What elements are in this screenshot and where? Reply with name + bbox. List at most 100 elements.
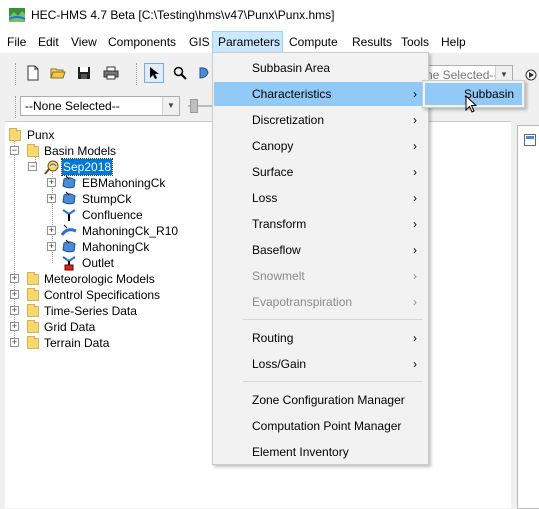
menu-file[interactable]: File: [3, 31, 30, 53]
parameters-dropdown-menu: Subbasin Area Characteristics › Discreti…: [212, 52, 429, 465]
menu-separator: [243, 319, 423, 320]
expand-icon[interactable]: +: [47, 178, 56, 187]
menu-results[interactable]: Results: [348, 31, 396, 53]
menu-item-canopy[interactable]: Canopy ›: [214, 134, 427, 158]
submenu-arrow-icon: ›: [413, 295, 417, 309]
save-disk-icon[interactable]: [74, 63, 94, 83]
menu-item-label: Computation Point Manager: [252, 419, 402, 433]
menu-item-label: Canopy: [252, 139, 294, 153]
toolbar-grip[interactable]: [15, 63, 19, 85]
open-folder-icon[interactable]: [48, 63, 68, 83]
menu-item-label: Routing: [252, 331, 294, 345]
menu-item-loss-gain[interactable]: Loss/Gain ›: [214, 352, 427, 376]
tree-label-basin-models: Basin Models: [44, 144, 117, 158]
menu-edit[interactable]: Edit: [34, 31, 63, 53]
submenu-arrow-icon: ›: [413, 331, 417, 345]
menu-item-surface[interactable]: Surface ›: [214, 160, 427, 184]
menu-item-label: Transform: [252, 217, 307, 231]
submenu-arrow-icon: ›: [413, 269, 417, 283]
menu-item-label: Evapotranspiration: [252, 295, 353, 309]
expand-icon[interactable]: +: [47, 226, 56, 235]
menu-gis[interactable]: GIS: [185, 31, 214, 53]
menu-item-label: Surface: [252, 165, 294, 179]
zoom-icon[interactable]: [170, 63, 190, 83]
subbasin-icon: [62, 175, 76, 189]
print-icon[interactable]: [101, 63, 121, 83]
desktop-pane[interactable]: [517, 125, 539, 509]
menu-item-label: Zone Configuration Manager: [252, 393, 405, 407]
zoom-slider[interactable]: [188, 99, 212, 113]
menu-item-evapotranspiration: Evapotranspiration ›: [214, 290, 427, 314]
sink-icon: [62, 256, 76, 271]
menu-item-label: Baseflow: [252, 243, 301, 257]
menu-view[interactable]: View: [67, 31, 101, 53]
toolbar-grip-3[interactable]: [15, 96, 19, 118]
subbasin-icon: [62, 239, 76, 253]
tree-label-element: StumpCk: [82, 192, 132, 206]
menu-item-baseflow[interactable]: Baseflow ›: [214, 238, 427, 262]
menu-item-subbasin-area[interactable]: Subbasin Area: [214, 56, 427, 80]
menu-item-label: Loss: [252, 191, 278, 205]
hec-hms-app-icon: [9, 8, 25, 22]
menu-bar: File Edit View Components GIS Parameters…: [0, 31, 539, 53]
expand-icon[interactable]: +: [10, 290, 19, 299]
expand-icon[interactable]: +: [10, 338, 19, 347]
menu-item-label: Element Inventory: [252, 445, 349, 459]
submenu-arrow-icon: ›: [413, 191, 417, 205]
menu-item-label: Characteristics: [252, 87, 332, 101]
menu-tools[interactable]: Tools: [397, 31, 433, 53]
tree-label-element: Confluence: [82, 208, 143, 222]
reach-icon: [61, 224, 77, 236]
arrow-tool-icon[interactable]: [144, 63, 164, 83]
tree-label-folder: Grid Data: [44, 320, 96, 334]
internal-frame-icon: [524, 134, 536, 146]
basin-selector-combo[interactable]: --None Selected-- ▼: [20, 96, 180, 116]
menu-compute[interactable]: Compute: [285, 31, 342, 53]
expand-icon[interactable]: +: [10, 274, 19, 283]
menu-item-routing[interactable]: Routing ›: [214, 326, 427, 350]
submenu-arrow-icon: ›: [413, 139, 417, 153]
tree-label-folder: Time-Series Data: [44, 304, 137, 318]
folder-icon: [27, 320, 39, 333]
tree-label-element: Outlet: [82, 256, 115, 270]
menu-item-characteristics[interactable]: Characteristics ›: [214, 82, 427, 106]
tree-label-element: MahoningCk: [82, 240, 150, 254]
expand-icon[interactable]: +: [47, 194, 56, 203]
submenu-arrow-icon: ›: [413, 87, 417, 101]
menu-separator: [243, 381, 423, 382]
menu-components[interactable]: Components: [104, 31, 180, 53]
subbasin-tool-icon[interactable]: [194, 63, 214, 83]
expand-icon[interactable]: +: [10, 322, 19, 331]
collapse-icon[interactable]: −: [10, 146, 19, 155]
tree-label-basin-sep2018: Sep2018: [60, 158, 114, 176]
submenu-arrow-icon: ›: [413, 217, 417, 231]
folder-icon: [27, 288, 39, 301]
expand-icon[interactable]: +: [47, 242, 56, 251]
menu-item-loss[interactable]: Loss ›: [214, 186, 427, 210]
folder-icon: [27, 336, 39, 349]
menu-item-label: Snowmelt: [252, 269, 305, 283]
menu-item-discretization[interactable]: Discretization ›: [214, 108, 427, 132]
chevron-down-icon: ▼: [162, 97, 179, 115]
tree-label-folder: Meteorologic Models: [44, 272, 155, 286]
folder-icon: [27, 272, 39, 285]
submenu-arrow-icon: ›: [413, 165, 417, 179]
tree-label-element: EBMahoningCk: [82, 176, 166, 190]
menu-item-label: Subbasin Area: [252, 61, 331, 75]
menu-item-element-inventory[interactable]: Element Inventory: [214, 440, 427, 464]
folder-icon: [9, 128, 21, 141]
title-bar: HEC-HMS 4.7 Beta [C:\Testing\hms\v47\Pun…: [0, 0, 539, 31]
expand-icon[interactable]: +: [10, 306, 19, 315]
menu-item-transform[interactable]: Transform ›: [214, 212, 427, 236]
menu-parameters[interactable]: Parameters: [212, 31, 283, 53]
slider-thumb[interactable]: [190, 99, 198, 113]
new-file-icon[interactable]: [23, 63, 43, 83]
menu-item-snowmelt: Snowmelt ›: [214, 264, 427, 288]
menu-item-computation-point-manager[interactable]: Computation Point Manager: [214, 414, 427, 438]
tree-label-folder: Terrain Data: [44, 336, 110, 350]
toolbar-grip-2[interactable]: [136, 63, 140, 85]
menu-item-zone-configuration-manager[interactable]: Zone Configuration Manager: [214, 388, 427, 412]
collapse-icon[interactable]: −: [28, 162, 37, 171]
folder-icon: [27, 144, 39, 157]
menu-help[interactable]: Help: [437, 31, 470, 53]
